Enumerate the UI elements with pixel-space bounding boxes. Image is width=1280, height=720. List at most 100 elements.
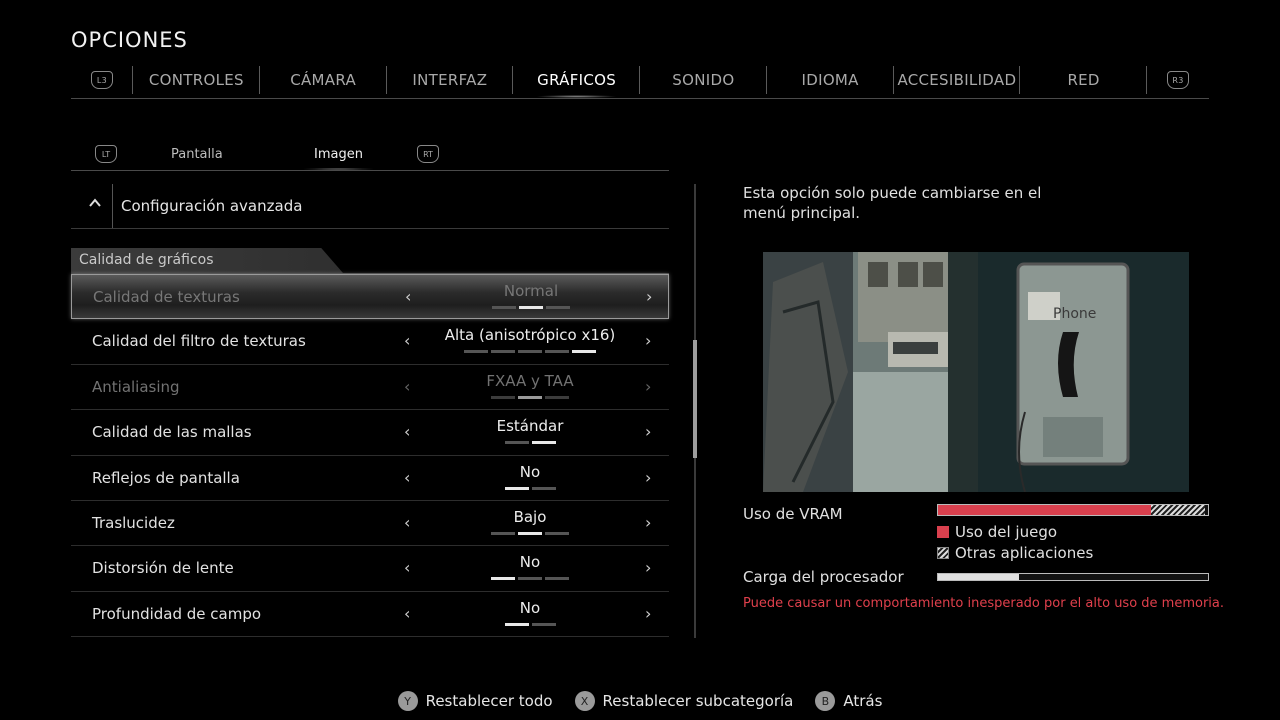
b-button-icon: B [815, 691, 836, 711]
legend-other-label: Otras aplicaciones [955, 544, 1094, 562]
chevron-right-icon[interactable]: › [645, 422, 651, 441]
setting-row[interactable]: Calidad de texturas ‹ Normal › [71, 274, 669, 320]
chevron-right-icon[interactable]: › [645, 468, 651, 487]
level-pip [531, 441, 556, 445]
setting-row[interactable]: Calidad de las mallas ‹ Estándar › [71, 410, 669, 456]
setting-level-indicator [427, 306, 635, 309]
chevron-right-icon[interactable]: › [645, 604, 651, 623]
cpu-load-bar [937, 573, 1209, 581]
l3-button-icon[interactable]: L3 [71, 66, 133, 94]
level-pip [491, 531, 515, 535]
footer-action-y[interactable]: Y Restablecer todo [397, 688, 553, 714]
x-button-icon: X [574, 691, 595, 711]
section-title: Calidad de gráficos [79, 252, 214, 268]
section-header: Calidad de gráficos [71, 248, 343, 273]
vram-usage-bar [937, 504, 1209, 516]
scrollbar-thumb[interactable] [693, 340, 697, 458]
level-pip [545, 350, 569, 354]
setting-level-indicator [426, 441, 634, 445]
chevron-right-icon[interactable]: › [645, 558, 651, 577]
chevron-right-icon[interactable]: › [646, 287, 652, 306]
vram-label: Uso de VRAM [743, 505, 843, 523]
chevron-left-icon[interactable]: ‹ [404, 513, 410, 532]
level-pip [504, 486, 529, 490]
level-pip [491, 350, 515, 354]
tab-graficos[interactable]: GRÁFICOS [513, 66, 640, 98]
chevron-left-icon[interactable]: ‹ [405, 287, 411, 306]
lt-button-icon[interactable]: LT [95, 140, 117, 168]
rt-button-icon[interactable]: RT [417, 140, 439, 168]
footer-action-b[interactable]: B Atrás [815, 688, 882, 714]
setting-value: Alta (anisotrópico x16) [444, 326, 616, 345]
tab-interfaz[interactable]: INTERFAZ [387, 66, 514, 94]
page-title: OPCIONES [71, 28, 188, 52]
advanced-settings-toggle[interactable]: Configuración avanzada [71, 184, 669, 228]
r3-button-icon[interactable]: R3 [1147, 66, 1209, 94]
top-divider [71, 98, 1209, 99]
setting-value: No [519, 462, 541, 481]
footer-action-x[interactable]: X Restablecer subcategoría [574, 688, 793, 714]
subtab-imagen[interactable]: Imagen [302, 140, 375, 170]
level-pip [504, 622, 529, 626]
tab-sonido[interactable]: SONIDO [640, 66, 767, 94]
rt-badge-label: RT [417, 145, 439, 163]
chevron-left-icon[interactable]: ‹ [404, 377, 410, 396]
level-pip [519, 306, 543, 309]
subtab-pantalla[interactable]: Pantalla [171, 140, 223, 168]
level-pip [531, 486, 556, 490]
setting-value: Bajo [513, 507, 547, 526]
sub-tab-bar: LT Pantalla Imagen RT [71, 140, 669, 170]
setting-row: Antialiasing ‹ FXAA y TAA › [71, 365, 669, 411]
tab-accesibilidad[interactable]: ACCESIBILIDAD [894, 66, 1021, 94]
level-pip [464, 350, 488, 354]
lt-badge-label: LT [95, 145, 117, 163]
vram-game-fill [938, 505, 1152, 515]
chevron-left-icon[interactable]: ‹ [404, 558, 410, 577]
setting-label: Calidad de texturas [93, 288, 240, 306]
tab-controles[interactable]: CONTROLES [133, 66, 260, 94]
level-pip [504, 441, 529, 445]
setting-value: FXAA y TAA [486, 371, 574, 390]
option-description: Esta opción solo puede cambiarse en el m… [743, 184, 1042, 222]
setting-row[interactable]: Profundidad de campo ‹ No › [71, 592, 669, 638]
level-pip [518, 531, 542, 535]
level-pip [545, 577, 569, 581]
setting-value: Estándar [496, 417, 564, 436]
divider [71, 228, 669, 229]
setting-value: No [519, 598, 541, 617]
setting-level-indicator [426, 395, 634, 399]
tab-red[interactable]: RED [1020, 66, 1147, 94]
r3-badge-label: R3 [1167, 71, 1189, 89]
level-pip [531, 622, 556, 626]
setting-row[interactable]: Calidad del filtro de texturas ‹ Alta (ani… [71, 319, 669, 365]
setting-level-indicator [426, 577, 634, 581]
level-pip [518, 350, 542, 354]
chevron-left-icon[interactable]: ‹ [404, 331, 410, 350]
level-pip [546, 306, 570, 309]
setting-row[interactable]: Reflejos de pantalla ‹ No › [71, 456, 669, 501]
level-pip [492, 306, 516, 309]
tab-idioma[interactable]: IDIOMA [767, 66, 894, 94]
setting-value: Normal [503, 282, 559, 300]
chevron-right-icon[interactable]: › [645, 377, 651, 396]
preview-image: Phone [763, 252, 1189, 492]
setting-row[interactable]: Distorsión de lente ‹ No › [71, 546, 669, 592]
chevron-right-icon[interactable]: › [645, 331, 651, 350]
legend-other-swatch [937, 547, 949, 559]
level-pip [491, 395, 515, 399]
settings-list: Calidad de texturas ‹ Normal › Calidad del f… [71, 274, 669, 638]
setting-row[interactable]: Traslucidez ‹ Bajo › [71, 501, 669, 547]
legend-game-label: Uso del juego [955, 523, 1058, 541]
legend-other: Otras aplicaciones [937, 544, 1093, 562]
l3-badge-label: L3 [91, 71, 113, 89]
advanced-settings-label: Configuración avanzada [121, 197, 303, 215]
chevron-left-icon[interactable]: ‹ [404, 422, 410, 441]
svg-text:Phone: Phone [1053, 306, 1096, 322]
chevron-right-icon[interactable]: › [645, 513, 651, 532]
chevron-left-icon[interactable]: ‹ [404, 604, 410, 623]
level-pip [518, 395, 542, 399]
tab-camara[interactable]: CÁMARA [260, 66, 387, 94]
chevron-left-icon[interactable]: ‹ [404, 468, 410, 487]
top-tab-bar: L3 CONTROLES CÁMARA INTERFAZ GRÁFICOS SONIDO I… [71, 66, 1209, 98]
vram-other-fill [1151, 505, 1206, 515]
